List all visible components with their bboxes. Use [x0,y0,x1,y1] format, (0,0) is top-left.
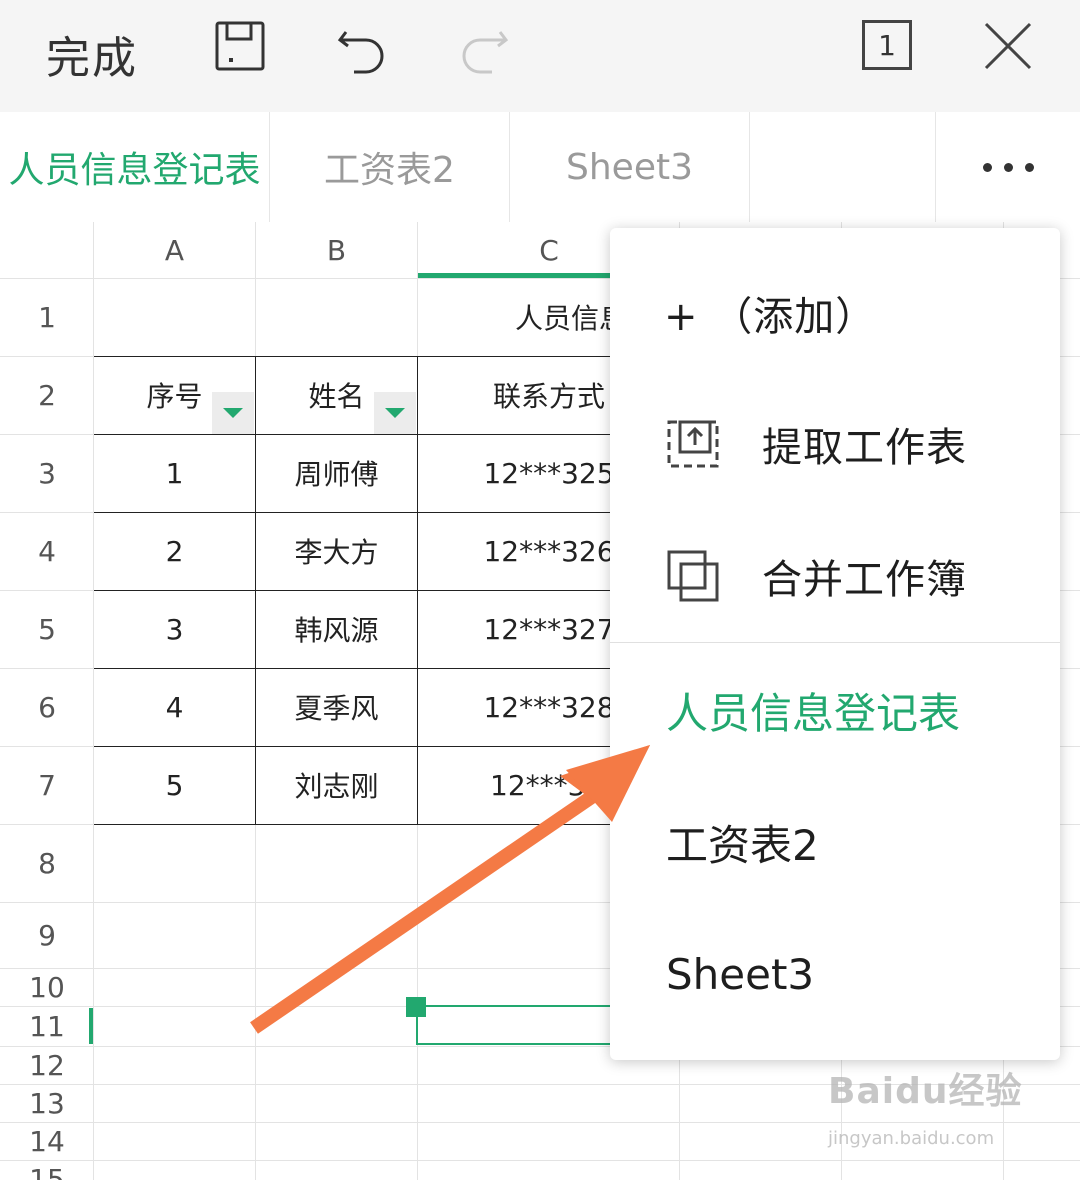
sheet-menu-popup: + （添加） 提取工作表 合并工作簿 人员信息登记表 工资表2 Sheet3 [610,228,1060,1060]
sheet-tab-bar: 人员信息登记表 工资表2 Sheet3 [0,112,1080,223]
row-header[interactable]: 2 [0,356,94,434]
menu-sheet-label: 人员信息登记表 [666,688,961,738]
more-icon[interactable] [936,112,1080,222]
row-header[interactable]: 1 [0,278,94,356]
tab-sheet-1[interactable]: 人员信息登记表 [0,112,270,222]
menu-sheet-item-2[interactable]: 工资表2 [610,776,1060,908]
tab-sheet-3[interactable]: Sheet3 [510,112,750,222]
row-header[interactable]: 15 [0,1160,94,1180]
table-cell[interactable]: 李大方 [256,512,417,590]
done-button[interactable]: 完成 [46,22,138,86]
add-sheet-menu-item[interactable]: + （添加） [610,258,1060,368]
row-header[interactable]: 12 [0,1046,94,1084]
filter-dropdown-icon[interactable] [212,392,254,434]
row-header[interactable]: 10 [0,968,94,1006]
table-cell[interactable]: 夏季风 [256,668,417,746]
table-cell[interactable]: 周师傅 [256,434,417,512]
table-cell[interactable]: 刘志刚 [256,746,417,824]
row-header[interactable]: 14 [0,1122,94,1160]
watermark-logo: Baidu经验 [828,1071,1023,1112]
merge-workbook-label: 合并工作簿 [762,557,967,603]
tab-empty [750,112,936,222]
row-header[interactable]: 7 [0,746,94,824]
extract-sheet-icon [667,420,719,468]
table-cell[interactable]: 韩风源 [256,590,417,668]
add-sheet-label: + （添加） [664,294,877,340]
row-header[interactable]: 8 [0,824,94,902]
table-cell[interactable]: 1 [94,434,255,512]
row-header[interactable]: 13 [0,1084,94,1122]
menu-sheet-label: 工资表2 [666,820,819,870]
table-cell[interactable]: 3 [94,590,255,668]
filter-dropdown-icon[interactable] [374,392,416,434]
row-header[interactable]: 3 [0,434,94,512]
selection-handle[interactable] [406,997,426,1017]
row-header[interactable]: 4 [0,512,94,590]
top-toolbar: 完成 1 [0,0,1080,113]
table-cell[interactable]: 4 [94,668,255,746]
menu-sheet-item-3[interactable]: Sheet3 [610,908,1060,1040]
extract-sheet-menu-item[interactable]: 提取工作表 [610,378,1060,510]
table-cell[interactable]: 2 [94,512,255,590]
watermark-url: jingyan.baidu.com [828,1128,995,1149]
merge-workbook-menu-item[interactable]: 合并工作簿 [610,510,1060,642]
column-header-a[interactable]: A [94,222,255,278]
merge-workbook-icon [667,550,719,602]
row-header[interactable]: 11 [0,1006,94,1046]
menu-divider [610,642,1060,643]
table-cell[interactable]: 5 [94,746,255,824]
row-header[interactable]: 5 [0,590,94,668]
column-header-b[interactable]: B [256,222,417,278]
active-row-indicator [89,1008,93,1044]
row-header[interactable]: 6 [0,668,94,746]
menu-sheet-label: Sheet3 [666,949,815,999]
tab-sheet-2[interactable]: 工资表2 [270,112,510,222]
undo-icon[interactable] [334,18,390,74]
redo-icon[interactable] [456,18,512,74]
extract-sheet-label: 提取工作表 [762,425,967,471]
close-icon[interactable] [980,18,1036,74]
window-switcher-button[interactable]: 1 [862,20,912,70]
save-icon[interactable] [212,18,268,74]
menu-sheet-item-1[interactable]: 人员信息登记表 [610,644,1060,776]
row-header[interactable]: 9 [0,902,94,968]
